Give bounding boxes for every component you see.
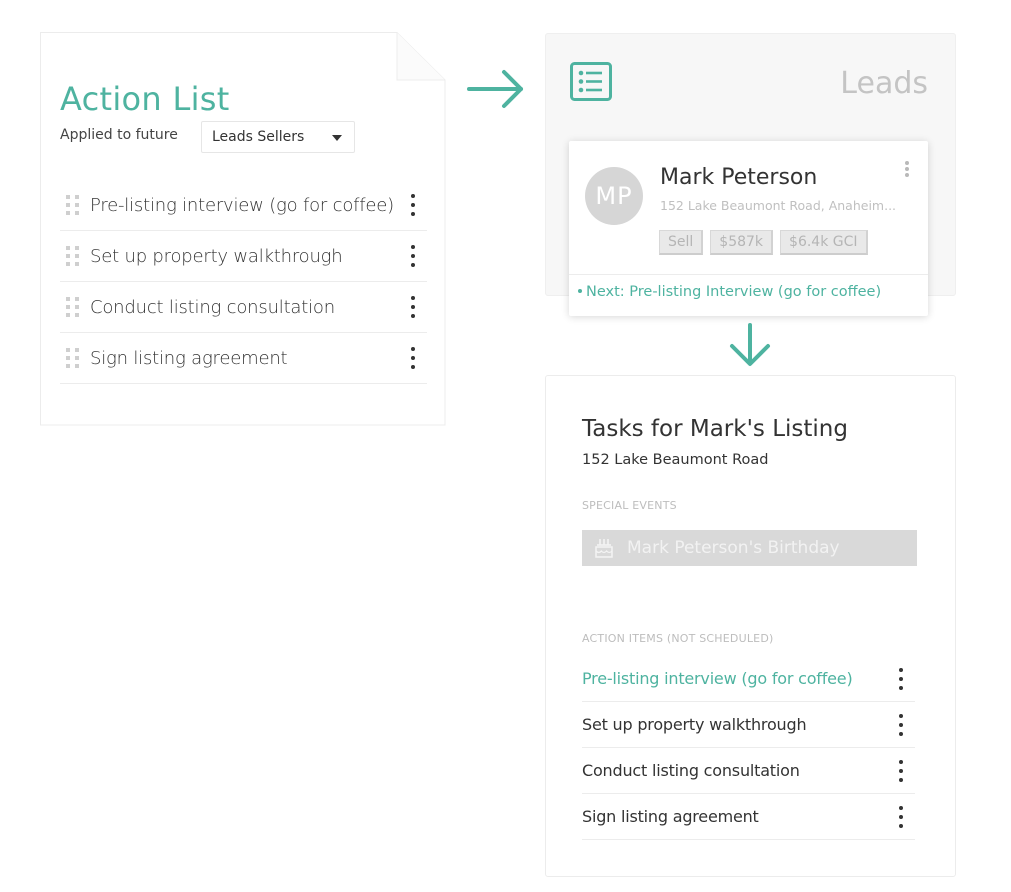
task-item-label: Pre-listing interview (go for coffee) (582, 669, 853, 688)
task-item-label: Conduct listing consultation (582, 761, 800, 780)
action-item-label: Set up property walkthrough (90, 245, 343, 267)
next-action-link[interactable]: Next: Pre-listing Interview (go for coff… (578, 284, 881, 300)
kebab-menu-icon[interactable] (409, 245, 417, 267)
tasks-address: 152 Lake Beaumont Road (582, 452, 769, 468)
lead-address: 152 Lake Beaumont Road, Anaheim... (660, 198, 897, 213)
kebab-menu-icon[interactable] (897, 759, 905, 782)
caret-down-icon (332, 135, 342, 141)
action-item-label: Sign listing agreement (90, 347, 288, 369)
action-items-label: ACTION ITEMS (NOT SCHEDULED) (582, 632, 774, 645)
kebab-menu-icon[interactable] (409, 194, 417, 216)
card-divider (569, 274, 928, 275)
lead-tags: Sell $587k $6.4k GCI (659, 230, 868, 255)
kebab-menu-icon[interactable] (409, 296, 417, 318)
tasks-title: Tasks for Mark's Listing (582, 416, 848, 442)
event-label: Mark Peterson's Birthday (627, 538, 840, 558)
lead-type-select[interactable]: Leads Sellers (201, 121, 355, 153)
action-list-card: Action List Applied to future Leads Sell… (40, 32, 446, 426)
applied-to-label: Applied to future (60, 127, 178, 143)
tag-gci: $6.4k GCI (780, 230, 868, 255)
task-item[interactable]: Conduct listing consultation (582, 748, 915, 794)
list-icon[interactable] (570, 62, 612, 102)
arrow-down-icon (730, 323, 770, 366)
kebab-menu-icon[interactable] (897, 713, 905, 736)
task-item[interactable]: Sign listing agreement (582, 794, 915, 840)
action-list-title: Action List (60, 80, 230, 118)
avatar[interactable]: MP (585, 167, 643, 225)
action-list-item[interactable]: Sign listing agreement (60, 333, 427, 384)
task-item[interactable]: Set up property walkthrough (582, 702, 915, 748)
action-item-label: Pre-listing interview (go for coffee) (90, 194, 394, 216)
kebab-menu-icon[interactable] (897, 805, 905, 828)
action-list-items: Pre-listing interview (go for coffee) Se… (60, 180, 427, 384)
kebab-menu-icon[interactable] (897, 667, 905, 690)
next-action-text: Next: Pre-listing Interview (go for coff… (586, 284, 882, 300)
special-event-item[interactable]: Mark Peterson's Birthday (582, 530, 917, 566)
drag-handle-icon[interactable] (66, 297, 80, 317)
birthday-cake-icon (595, 539, 613, 558)
lead-card[interactable]: MP Mark Peterson 152 Lake Beaumont Road,… (569, 141, 928, 316)
special-events-label: SPECIAL EVENTS (582, 499, 677, 512)
task-item[interactable]: Pre-listing interview (go for coffee) (582, 656, 915, 702)
drag-handle-icon[interactable] (66, 348, 80, 368)
action-item-label: Conduct listing consultation (90, 296, 335, 318)
task-item-label: Set up property walkthrough (582, 715, 807, 734)
status-dot-icon (578, 289, 582, 293)
action-list-item[interactable]: Conduct listing consultation (60, 282, 427, 333)
task-item-label: Sign listing agreement (582, 807, 759, 826)
drag-handle-icon[interactable] (66, 246, 80, 266)
leads-title: Leads (840, 66, 928, 101)
kebab-menu-icon[interactable] (904, 161, 910, 177)
tag-type: Sell (659, 230, 704, 255)
drag-handle-icon[interactable] (66, 195, 80, 215)
lead-type-select-value: Leads Sellers (212, 129, 305, 145)
tasks-panel: Tasks for Mark's Listing 152 Lake Beaumo… (545, 375, 956, 877)
task-list: Pre-listing interview (go for coffee) Se… (582, 656, 915, 840)
action-list-item[interactable]: Pre-listing interview (go for coffee) (60, 180, 427, 231)
lead-name[interactable]: Mark Peterson (660, 165, 817, 190)
action-list-item[interactable]: Set up property walkthrough (60, 231, 427, 282)
kebab-menu-icon[interactable] (409, 347, 417, 369)
arrow-right-icon (467, 70, 523, 108)
tag-price: $587k (710, 230, 774, 255)
